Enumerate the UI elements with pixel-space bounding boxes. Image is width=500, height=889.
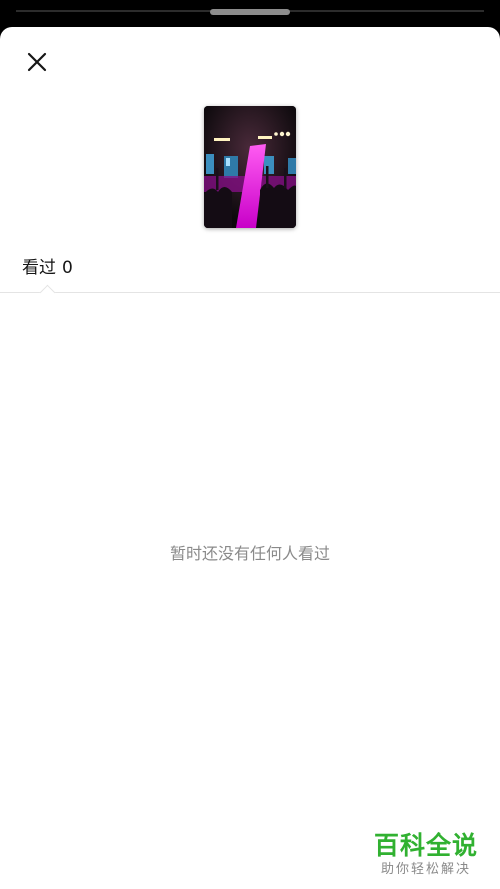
watermark-subtitle: 助你轻松解决 bbox=[380, 862, 471, 877]
tab-bar: 看过 0 bbox=[0, 249, 500, 293]
status-area bbox=[0, 0, 500, 28]
watermark-title: 百科全说 bbox=[373, 832, 478, 860]
watermark-logo: 百科全说 助你轻松解决 bbox=[366, 831, 486, 879]
drag-handle[interactable] bbox=[210, 9, 290, 15]
story-thumbnail[interactable] bbox=[204, 106, 296, 228]
concert-image bbox=[204, 106, 296, 228]
viewers-sheet: 看过 0 暂时还没有任何人看过 百科全说 助你轻松解决 bbox=[0, 27, 500, 889]
tab-divider bbox=[0, 292, 500, 293]
tab-views[interactable]: 看过 0 bbox=[22, 253, 73, 278]
close-button[interactable] bbox=[20, 45, 54, 79]
empty-state-message: 暂时还没有任何人看过 bbox=[169, 544, 330, 563]
close-icon bbox=[27, 52, 47, 72]
tab-views-count: 0 bbox=[62, 258, 73, 278]
tab-views-label: 看过 bbox=[22, 258, 56, 278]
